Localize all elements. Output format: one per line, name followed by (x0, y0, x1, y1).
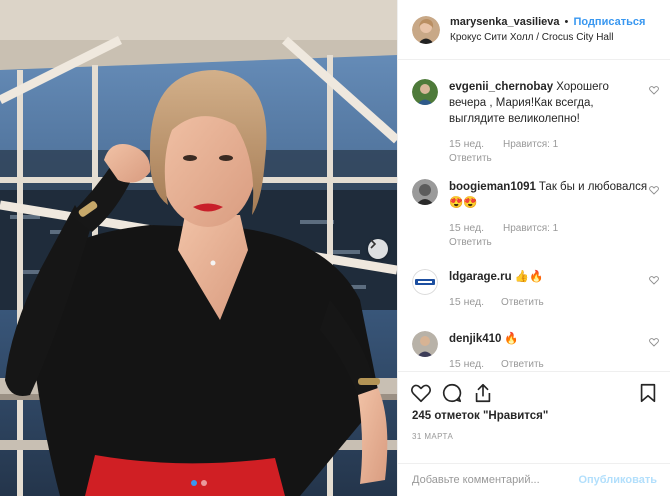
comment-item: denjik410 🔥 15 нед. Ответить (412, 331, 662, 371)
author-avatar[interactable] (412, 15, 440, 44)
header-text: marysenka_vasilieva • Подписаться Крокус… (450, 15, 645, 45)
comment-item: boogieman1091 Так бы и любовался😍😍 15 нед… (412, 179, 662, 249)
instagram-post: marysenka_vasilieva • Подписаться Крокус… (0, 0, 670, 496)
author-username[interactable]: marysenka_vasilieva (450, 16, 559, 28)
avatar-image (412, 15, 440, 44)
post-photo[interactable] (0, 0, 397, 496)
heart-icon[interactable] (649, 185, 659, 195)
comment-time[interactable]: 15 нед. (449, 138, 503, 151)
carousel-dot (200, 480, 207, 486)
comment-meta: 15 нед. Нравится: 1 Ответить (449, 138, 649, 165)
speech-bubble-icon[interactable] (441, 382, 463, 404)
bookmark-icon[interactable] (637, 382, 659, 404)
comment-likes[interactable]: Нравится: 1 (503, 138, 558, 151)
comment-time[interactable]: 15 нед. (449, 358, 501, 371)
comment-meta: 15 нед. Ответить (449, 296, 649, 309)
heart-outline-icon[interactable] (410, 382, 432, 404)
post-header: marysenka_vasilieva • Подписаться Крокус… (398, 0, 670, 60)
follow-button[interactable]: Подписаться (573, 16, 645, 28)
reply-button[interactable]: Ответить (449, 236, 649, 249)
photo-illustration (0, 0, 397, 496)
comment-likes[interactable]: Нравится: 1 (503, 222, 558, 235)
avatar-image (412, 269, 438, 295)
post-actions: 245 отметок "Нравится" 31 МАРТА (398, 371, 670, 463)
heart-icon[interactable] (649, 337, 659, 347)
comment-username[interactable]: ldgarage.ru (449, 271, 512, 283)
share-arrow-icon[interactable] (472, 382, 494, 404)
header-separator: • (564, 15, 569, 28)
carousel-next-button[interactable] (368, 239, 388, 259)
avatar-image (412, 331, 438, 357)
commenter-avatar[interactable] (412, 179, 438, 205)
carousel-indicator (0, 480, 397, 486)
comment-body: ldgarage.ru 👍🔥 15 нед. Ответить (449, 269, 649, 309)
comment-body: evgenii_chernobay Хорошего вечера , Мария… (449, 79, 649, 165)
comment-time[interactable]: 15 нед. (449, 296, 501, 309)
comment-meta: 15 нед. Нравится: 1 Ответить (449, 222, 649, 249)
publish-button[interactable]: Опубликовать (578, 474, 657, 486)
heart-icon[interactable] (649, 85, 659, 95)
comment-text: 🔥 (504, 333, 519, 345)
comment-username[interactable]: boogieman1091 (449, 181, 536, 193)
post-side-panel: marysenka_vasilieva • Подписаться Крокус… (397, 0, 670, 496)
reply-button[interactable]: Ответить (501, 358, 544, 371)
likes-count[interactable]: 245 отметок "Нравится" (412, 410, 548, 422)
comment-input[interactable] (412, 474, 579, 486)
comment-time[interactable]: 15 нед. (449, 222, 503, 235)
post-date[interactable]: 31 МАРТА (412, 432, 453, 441)
post-location[interactable]: Крокус Сити Холл / Crocus City Hall (450, 30, 645, 45)
comment-meta: 15 нед. Ответить (449, 358, 649, 371)
commenter-avatar[interactable] (412, 331, 438, 357)
commenter-avatar[interactable] (412, 79, 438, 105)
commenter-avatar[interactable] (412, 269, 438, 295)
comment-username[interactable]: denjik410 (449, 333, 501, 345)
comment-item: ldgarage.ru 👍🔥 15 нед. Ответить (412, 269, 662, 309)
comment-text-line: denjik410 🔥 (449, 331, 649, 347)
reply-button[interactable]: Ответить (501, 296, 544, 309)
header-top-line: marysenka_vasilieva • Подписаться (450, 15, 645, 30)
comment-text-line: boogieman1091 Так бы и любовался😍😍 (449, 179, 649, 211)
add-comment-bar: Опубликовать (398, 463, 670, 496)
comments-list[interactable]: evgenii_chernobay Хорошего вечера , Мария… (398, 61, 670, 371)
avatar-image (412, 179, 438, 205)
chevron-right-icon (370, 239, 377, 249)
comment-text-line: ldgarage.ru 👍🔥 (449, 269, 649, 285)
comment-username[interactable]: evgenii_chernobay (449, 81, 553, 93)
comment-item: evgenii_chernobay Хорошего вечера , Мария… (412, 79, 662, 165)
reply-button[interactable]: Ответить (449, 152, 649, 165)
carousel-dot-active (190, 480, 197, 486)
comment-text: 👍🔥 (514, 271, 544, 283)
avatar-image (412, 79, 438, 105)
comment-body: denjik410 🔥 15 нед. Ответить (449, 331, 649, 371)
heart-icon[interactable] (649, 275, 659, 285)
comment-body: boogieman1091 Так бы и любовался😍😍 15 нед… (449, 179, 649, 249)
comment-text-line: evgenii_chernobay Хорошего вечера , Мария… (449, 79, 649, 127)
